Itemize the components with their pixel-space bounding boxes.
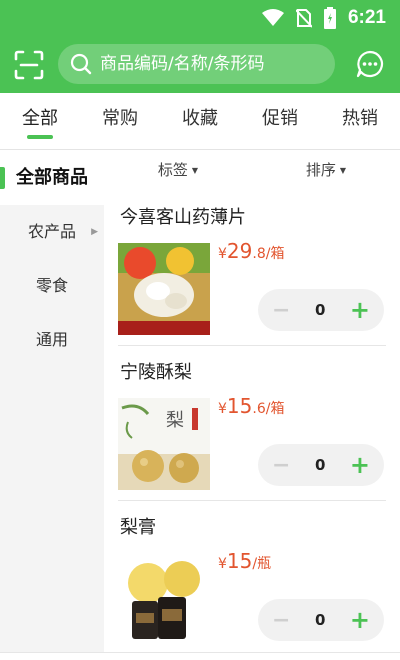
product-list: 今喜客山药薄片 ¥29.8/箱 − 0 + 宁陵酥梨 梨 ¥15.6/箱 − 0…: [104, 191, 400, 656]
chevron-right-icon: ▶: [91, 227, 98, 237]
svg-text:梨: 梨: [166, 410, 184, 431]
price-currency: ¥: [218, 556, 227, 572]
filter-tag[interactable]: 标签 ▼: [104, 151, 252, 191]
tab-active-indicator: [27, 135, 53, 139]
message-icon[interactable]: [356, 50, 384, 78]
product-price: ¥15/瓶: [218, 549, 271, 573]
price-currency: ¥: [218, 401, 227, 417]
tab-frequent[interactable]: 常购: [80, 93, 160, 149]
product-name: 梨膏: [120, 517, 156, 538]
tab-all[interactable]: 全部: [0, 93, 80, 149]
caret-down-icon: ▼: [191, 165, 199, 175]
price-decimal: .8: [252, 246, 266, 262]
category-sidebar: 全部商品 农产品 ▶ 零食 通用: [0, 151, 104, 660]
wifi-icon: [261, 9, 284, 26]
no-sim-icon: [295, 9, 312, 28]
tab-label: 收藏: [182, 108, 218, 129]
quantity-stepper: − 0 +: [258, 289, 384, 331]
search-bar[interactable]: [58, 44, 335, 84]
price-integer: 29: [226, 239, 253, 263]
category-active-indicator: [0, 167, 5, 189]
product-image[interactable]: 梨: [118, 398, 210, 490]
minus-icon[interactable]: −: [272, 298, 290, 323]
quantity-value: 0: [314, 456, 326, 474]
scan-icon[interactable]: [14, 50, 44, 80]
search-icon: [70, 53, 92, 75]
product-item[interactable]: 宁陵酥梨 梨 ¥15.6/箱 − 0 +: [118, 346, 386, 501]
category-snacks[interactable]: 零食: [0, 259, 104, 313]
category-general[interactable]: 通用: [0, 313, 104, 367]
battery-icon: [323, 7, 336, 29]
tab-promotion[interactable]: 促销: [240, 93, 320, 149]
list-bottom-edge: [0, 652, 400, 660]
filter-sort-label: 排序: [305, 161, 336, 179]
category-agricultural[interactable]: 农产品 ▶: [0, 205, 104, 259]
quantity-value: 0: [314, 301, 326, 319]
filter-tag-label: 标签: [157, 161, 188, 179]
quantity-value: 0: [314, 611, 326, 629]
search-input[interactable]: [100, 54, 320, 74]
status-bar: 6:21: [0, 0, 400, 36]
product-name: 宁陵酥梨: [120, 362, 192, 383]
product-image[interactable]: [118, 243, 210, 335]
category-label: 农产品: [27, 222, 76, 241]
category-all-products[interactable]: 全部商品: [0, 151, 104, 205]
product-name: 今喜客山药薄片: [120, 207, 246, 228]
quantity-stepper: − 0 +: [258, 599, 384, 641]
tab-label: 常购: [102, 108, 138, 129]
product-image[interactable]: [118, 553, 210, 645]
minus-icon[interactable]: −: [272, 608, 290, 633]
tab-label: 热销: [342, 108, 378, 129]
tab-favorites[interactable]: 收藏: [160, 93, 240, 149]
product-price: ¥29.8/箱: [218, 239, 284, 263]
tab-hot[interactable]: 热销: [320, 93, 400, 149]
tab-label: 全部: [22, 108, 58, 129]
app-bar: [0, 36, 400, 93]
plus-icon[interactable]: +: [350, 296, 370, 324]
filter-sort[interactable]: 排序 ▼: [252, 151, 400, 191]
status-icons: 6:21: [261, 0, 386, 36]
category-label: 零食: [35, 276, 68, 295]
status-time: 6:21: [347, 7, 386, 28]
category-label: 通用: [35, 330, 68, 349]
caret-down-icon: ▼: [339, 165, 347, 175]
plus-icon[interactable]: +: [350, 451, 370, 479]
plus-icon[interactable]: +: [350, 606, 370, 634]
price-currency: ¥: [218, 246, 227, 262]
product-price: ¥15.6/箱: [218, 394, 284, 418]
product-item[interactable]: 梨膏 ¥15/瓶 − 0 +: [118, 501, 386, 656]
price-decimal: .6: [252, 401, 266, 417]
filter-bar: 标签 ▼ 排序 ▼: [104, 151, 400, 191]
price-unit: /箱: [265, 246, 285, 262]
price-unit: /瓶: [252, 556, 272, 572]
price-unit: /箱: [265, 401, 285, 417]
tab-label: 促销: [262, 108, 298, 129]
tab-bar: 全部 常购 收藏 促销 热销: [0, 93, 400, 150]
product-item[interactable]: 今喜客山药薄片 ¥29.8/箱 − 0 +: [118, 191, 386, 346]
quantity-stepper: − 0 +: [258, 444, 384, 486]
price-integer: 15: [226, 549, 253, 573]
price-integer: 15: [226, 394, 253, 418]
category-label: 全部商品: [16, 167, 88, 188]
minus-icon[interactable]: −: [272, 453, 290, 478]
